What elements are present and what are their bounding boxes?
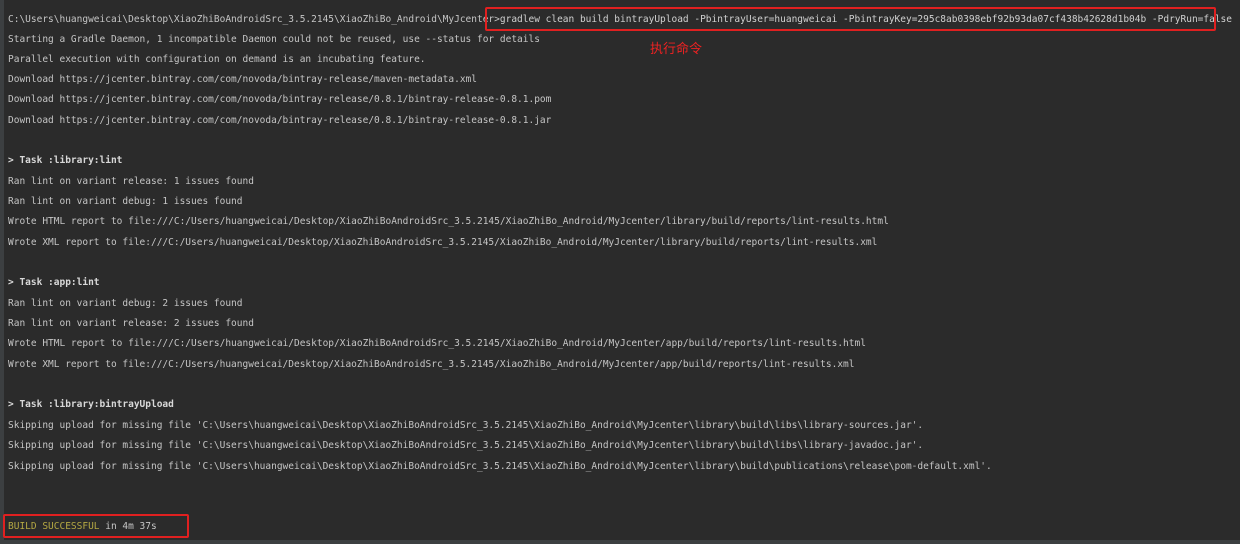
output-line: Ran lint on variant release: 1 issues fo… <box>8 176 254 187</box>
output-line: Wrote HTML report to file:///C:/Users/hu… <box>8 338 866 349</box>
output-line: Wrote XML report to file:///C:/Users/hua… <box>8 359 855 370</box>
output-line: Download https://jcenter.bintray.com/com… <box>8 115 552 126</box>
output-line: Wrote XML report to file:///C:/Users/hua… <box>8 237 878 248</box>
result-highlight-box <box>3 514 189 538</box>
terminal-bottom-bar <box>0 540 1240 544</box>
output-line: Ran lint on variant release: 2 issues fo… <box>8 318 254 329</box>
command-prompt: C:\Users\huangweicai\Desktop\XiaoZhiBoAn… <box>8 14 500 25</box>
task-header: > Task :library:lint <box>8 155 123 166</box>
output-line: Download https://jcenter.bintray.com/com… <box>8 94 552 105</box>
output-line: Ran lint on variant debug: 2 issues foun… <box>8 298 243 309</box>
task-header: > Task :app:lint <box>8 277 100 288</box>
terminal-window[interactable]: C:\Users\huangweicai\Desktop\XiaoZhiBoAn… <box>0 0 1240 544</box>
command-annotation: 执行命令 <box>650 42 703 57</box>
task-header: > Task :library:bintrayUpload <box>8 399 174 410</box>
output-line: Skipping upload for missing file 'C:\Use… <box>8 461 992 472</box>
output-line: Starting a Gradle Daemon, 1 incompatible… <box>8 34 540 45</box>
output-line: Skipping upload for missing file 'C:\Use… <box>8 440 924 451</box>
output-line: Skipping upload for missing file 'C:\Use… <box>8 420 924 431</box>
output-line: Ran lint on variant debug: 1 issues foun… <box>8 196 243 207</box>
output-line: Wrote HTML report to file:///C:/Users/hu… <box>8 216 889 227</box>
command-highlight-box <box>485 7 1216 31</box>
output-line: Parallel execution with configuration on… <box>8 54 426 65</box>
terminal-gutter <box>0 0 4 544</box>
output-line: Download https://jcenter.bintray.com/com… <box>8 74 477 85</box>
